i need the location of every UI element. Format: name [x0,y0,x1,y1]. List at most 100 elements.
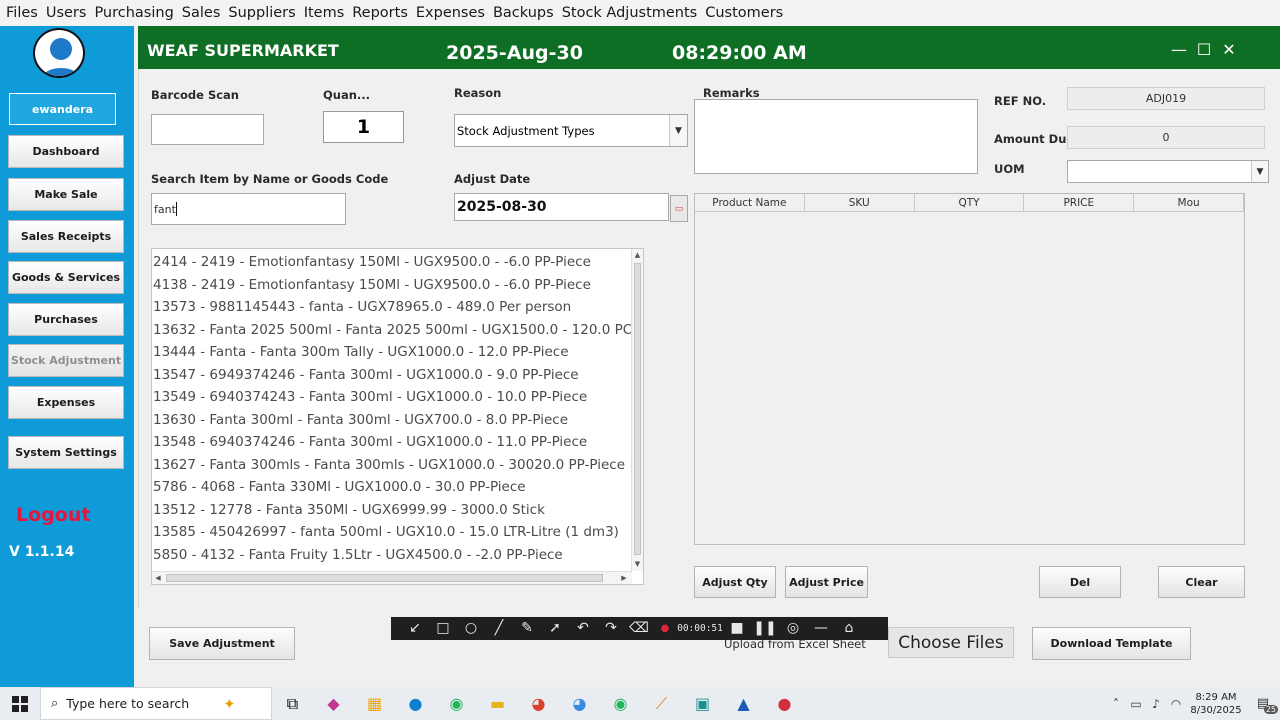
webcam-icon[interactable]: ◎ [779,617,807,640]
save-adjustment-button[interactable]: Save Adjustment [149,627,295,660]
adjust-price-button[interactable]: Adjust Price [785,566,868,598]
sidebar-item-sales-receipts[interactable]: Sales Receipts [8,220,124,253]
pause-icon[interactable]: ❚❚ [751,617,779,640]
circle-tool-icon[interactable]: ○ [457,617,485,640]
scroll-right-icon[interactable]: ▶ [618,572,630,584]
delete-button[interactable]: Del [1039,566,1121,598]
stop-icon[interactable]: ■ [723,617,751,640]
menu-items[interactable]: Items [302,5,351,21]
list-item[interactable]: 5850 - 4132 - Fanta Fruity 1.5Ltr - UGX4… [152,544,632,567]
list-item[interactable]: 13632 - Fanta 2025 500ml - Fanta 2025 50… [152,319,632,342]
maximize-icon[interactable]: ☐ [1194,40,1214,59]
redo-icon[interactable]: ↷ [597,617,625,640]
wifi-icon[interactable]: ◠ [1166,697,1186,711]
list-item[interactable]: 13573 - 9881145443 - fanta - UGX78965.0 … [152,296,632,319]
column-header-sku[interactable]: SKU [805,194,915,211]
calendar-icon[interactable]: ▭ [670,195,688,222]
taskbar-clock[interactable]: 8:29 AM 8/30/2025 [1186,691,1246,717]
search-input[interactable]: fant [151,193,346,225]
clear-button[interactable]: Clear [1158,566,1245,598]
line-tool-icon[interactable]: ╱ [485,617,513,640]
sidebar-item-stock-adjustment[interactable]: Stock Adjustment [8,344,124,377]
menu-sales[interactable]: Sales [180,5,227,21]
windows-start-icon[interactable] [0,687,40,720]
menu-stock-adjustments[interactable]: Stock Adjustments [560,5,704,21]
whatsapp-icon[interactable]: ◉ [436,687,477,720]
copilot-icon[interactable]: ◆ [313,687,354,720]
quantity-input[interactable]: 1 [323,111,404,143]
java-app-icon[interactable]: ▣ [682,687,723,720]
list-item[interactable]: 13627 - Fanta 300mls - Fanta 300mls - UG… [152,454,632,477]
list-item[interactable]: 2414 - 2419 - Emotionfantasy 150Ml - UGX… [152,251,632,274]
list-item[interactable]: 13630 - Fanta 300ml - Fanta 300ml - UGX7… [152,409,632,432]
vertical-scrollbar[interactable]: ▲ ▼ [631,249,643,571]
column-header-product-name[interactable]: Product Name [695,194,805,211]
list-item[interactable]: 5786 - 4068 - Fanta 330Ml - UGX1000.0 - … [152,476,632,499]
menu-expenses[interactable]: Expenses [414,5,491,21]
download-template-button[interactable]: Download Template [1032,627,1191,660]
sublime-icon[interactable]: ⟋ [641,687,682,720]
eraser-icon[interactable]: ⌫ [625,617,653,640]
sidebar-item-expenses[interactable]: Expenses [8,386,124,419]
chevron-down-icon[interactable]: ▼ [1251,161,1268,182]
list-item[interactable]: 4138 - 2419 - Emotionfantasy 150Ml - UGX… [152,274,632,297]
chrome-icon[interactable]: ◕ [518,687,559,720]
minimize-toolbar-icon[interactable]: — [807,617,835,640]
column-header-qty[interactable]: QTY [915,194,1025,211]
menu-suppliers[interactable]: Suppliers [226,5,301,21]
menu-reports[interactable]: Reports [350,5,414,21]
chevron-up-icon[interactable]: ˄ [1106,697,1126,711]
horizontal-scrollbar[interactable]: ◀ ▶ [152,571,632,584]
sidebar-item-goods-services[interactable]: Goods & Services [8,261,124,294]
sidebar-item-dashboard[interactable]: Dashboard [8,135,124,168]
choose-files-button[interactable]: Choose Files [888,627,1014,658]
logout-link[interactable]: Logout [16,504,90,526]
scroll-down-icon[interactable]: ▼ [632,558,643,570]
file-explorer-icon[interactable]: ▬ [477,687,518,720]
barcode-input[interactable] [151,114,264,145]
pen-tool-icon[interactable]: ✎ [513,617,541,640]
sidebar-item-purchases[interactable]: Purchases [8,303,124,336]
list-item[interactable]: 13512 - 12778 - Fanta 350Ml - UGX6999.99… [152,499,632,522]
adjust-date-input[interactable]: 2025-08-30 [454,193,669,221]
adjust-qty-button[interactable]: Adjust Qty [694,566,776,598]
edge-icon[interactable]: ● [395,687,436,720]
sidebar-item-system-settings[interactable]: System Settings [8,436,124,469]
menu-backups[interactable]: Backups [491,5,560,21]
menu-purchasing[interactable]: Purchasing [92,5,179,21]
list-item[interactable]: 13549 - 6940374243 - Fanta 300ml - UGX10… [152,386,632,409]
scroll-thumb[interactable] [166,574,603,582]
reason-select[interactable]: Stock Adjustment Types ▼ [454,114,688,147]
scroll-up-icon[interactable]: ▲ [632,249,643,261]
remarks-textarea[interactable] [694,99,978,174]
microphone-icon[interactable]: ♪ [1146,697,1166,711]
task-view-icon[interactable]: ⧉ [272,687,313,720]
whatsapp-business-icon[interactable]: ◉ [600,687,641,720]
menu-customers[interactable]: Customers [703,5,789,21]
sidebar-item-make-sale[interactable]: Make Sale [8,178,124,211]
search-results-list[interactable]: 2414 - 2419 - Emotionfantasy 150Ml - UGX… [151,248,644,585]
scroll-left-icon[interactable]: ◀ [152,572,164,584]
rectangle-tool-icon[interactable]: □ [429,617,457,640]
pointer-tool-icon[interactable]: ➚ [541,617,569,640]
chevron-down-icon[interactable]: ▼ [669,115,687,146]
taskbar-search[interactable]: ⌕ Type here to search ✦ [40,687,272,720]
minimize-icon[interactable]: — [1169,40,1189,59]
uom-select[interactable]: ▼ [1067,160,1269,183]
product-table[interactable]: Product Name SKU QTY PRICE Mou [694,193,1245,545]
undo-icon[interactable]: ↶ [569,617,597,640]
list-item[interactable]: 13548 - 6940374246 - Fanta 300ml - UGX10… [152,431,632,454]
list-item[interactable]: 13547 - 6949374246 - Fanta 300ml - UGX10… [152,364,632,387]
column-header-price[interactable]: PRICE [1024,194,1135,211]
notification-icon[interactable]: ▤ 25 [1246,696,1280,714]
store-icon[interactable]: ▦ [354,687,395,720]
maxthon-icon[interactable]: ▲ [723,687,764,720]
home-icon[interactable]: ⌂ [835,617,863,640]
list-item[interactable]: 13585 - 450426997 - fanta 500ml - UGX10.… [152,521,632,544]
column-header-mou[interactable]: Mou [1134,194,1244,211]
chrome-profile-icon[interactable]: ◕ [559,687,600,720]
close-icon[interactable]: ✕ [1219,40,1239,59]
menu-users[interactable]: Users [44,5,93,21]
scroll-thumb[interactable] [634,263,641,555]
menu-files[interactable]: Files [4,5,44,21]
